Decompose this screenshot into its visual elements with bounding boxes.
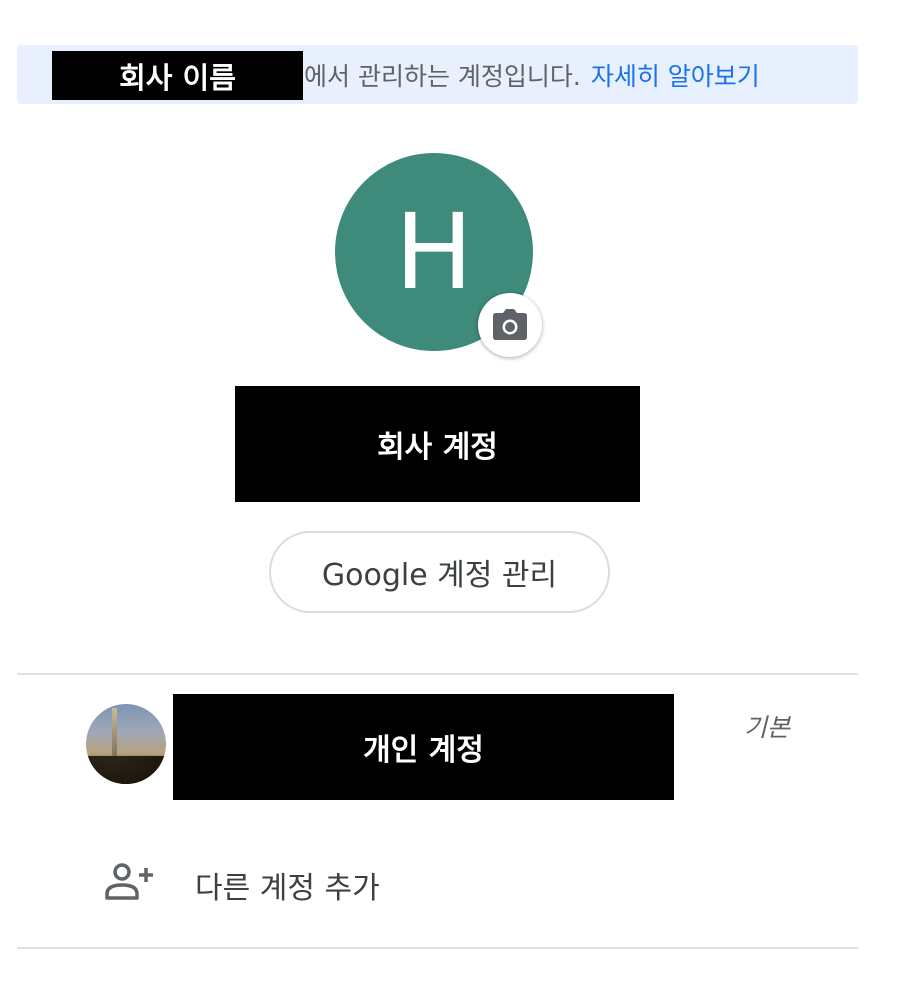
default-account-label: 기본 bbox=[744, 713, 791, 742]
managed-account-notice: 에서 관리하는 계정입니다. 자세히 알아보기 bbox=[304, 56, 760, 94]
divider-bottom bbox=[17, 947, 858, 949]
account-name-redacted: 회사 계정 bbox=[235, 386, 640, 502]
managed-account-text: 에서 관리하는 계정입니다. bbox=[304, 62, 581, 91]
other-account-name-redacted: 개인 계정 bbox=[173, 694, 674, 800]
add-account-label: 다른 계정 추가 bbox=[195, 871, 380, 906]
avatar-initial: H bbox=[394, 191, 474, 313]
learn-more-link[interactable]: 자세히 알아보기 bbox=[591, 57, 760, 93]
organization-name-redacted: 회사 이름 bbox=[52, 51, 303, 100]
divider-top bbox=[17, 673, 858, 675]
camera-icon bbox=[493, 309, 527, 340]
person-add-icon bbox=[105, 863, 153, 900]
manage-google-account-button[interactable]: Google 계정 관리 bbox=[269, 531, 610, 613]
change-photo-button[interactable] bbox=[478, 293, 542, 357]
other-account-avatar bbox=[86, 704, 166, 784]
